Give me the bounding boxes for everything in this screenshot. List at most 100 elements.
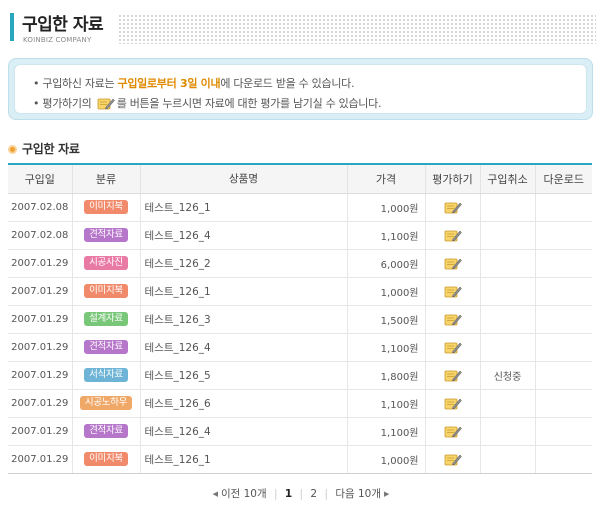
row-price: 1,100원 xyxy=(346,389,425,418)
row-category: 견적자료 xyxy=(71,417,140,446)
row-download xyxy=(534,333,592,362)
table-row: 2007.02.08 이미지북 테스트_126_1 1,000원 xyxy=(8,193,592,222)
table-row: 2007.01.29 이미지북 테스트_126_1 1,000원 xyxy=(8,277,592,306)
row-evaluate xyxy=(424,445,480,474)
row-price: 1,000원 xyxy=(346,193,425,222)
row-download xyxy=(534,305,592,334)
row-date: 2007.01.29 xyxy=(8,305,72,334)
row-price: 1,100원 xyxy=(346,333,425,362)
row-category: 설계자료 xyxy=(71,305,140,334)
row-evaluate xyxy=(424,417,480,446)
category-badge: 견적자료 xyxy=(84,424,128,438)
evaluate-pencil-icon[interactable] xyxy=(444,396,462,410)
row-cancel xyxy=(479,445,535,474)
row-product: 테스트_126_4 xyxy=(139,221,347,250)
row-evaluate xyxy=(424,305,480,334)
purchase-table: 구입일 분류 상품명 가격 평가하기 구입취소 다운로드 2007.02.08 이… xyxy=(8,163,592,474)
row-category: 이미지북 xyxy=(71,445,140,474)
evaluate-pencil-icon[interactable] xyxy=(444,228,462,242)
row-product: 테스트_126_4 xyxy=(139,417,347,446)
page-title: 구입한 자료 xyxy=(22,15,104,35)
col-product: 상품명 xyxy=(139,164,347,194)
category-badge: 이미지북 xyxy=(84,200,128,214)
row-cancel xyxy=(479,389,535,418)
category-badge: 이미지북 xyxy=(84,284,128,298)
row-download xyxy=(534,193,592,222)
row-price: 1,100원 xyxy=(346,417,425,446)
row-cancel xyxy=(479,305,535,334)
row-category: 이미지북 xyxy=(71,193,140,222)
row-date: 2007.01.29 xyxy=(8,249,72,278)
row-price: 1,800원 xyxy=(346,361,425,390)
row-price: 1,100원 xyxy=(346,221,425,250)
row-category: 시공노하우 xyxy=(71,389,140,418)
evaluate-pencil-icon[interactable] xyxy=(444,424,462,438)
category-badge: 서식자료 xyxy=(84,368,128,382)
notice-line-1: • 구입하신 자료는 구입일로부터 3일 이내에 다운로드 받을 수 있습니다. xyxy=(33,77,355,90)
row-evaluate xyxy=(424,333,480,362)
page-link-2[interactable]: 2 xyxy=(310,488,317,500)
evaluate-pencil-icon[interactable] xyxy=(444,368,462,382)
table-row: 2007.01.29 이미지북 테스트_126_1 1,000원 xyxy=(8,445,592,474)
row-date: 2007.01.29 xyxy=(8,445,72,474)
row-evaluate xyxy=(424,389,480,418)
row-price: 1,000원 xyxy=(346,277,425,306)
notice-box: • 구입하신 자료는 구입일로부터 3일 이내에 다운로드 받을 수 있습니다.… xyxy=(8,58,593,120)
row-product: 테스트_126_1 xyxy=(139,445,347,474)
row-date: 2007.01.29 xyxy=(8,361,72,390)
page-header: 구입한 자료 KOINBIZ COMPANY xyxy=(0,0,602,50)
row-product: 테스트_126_1 xyxy=(139,277,347,306)
evaluate-pencil-icon[interactable] xyxy=(444,284,462,298)
row-evaluate xyxy=(424,277,480,306)
row-product: 테스트_126_5 xyxy=(139,361,347,390)
row-date: 2007.01.29 xyxy=(8,277,72,306)
col-download: 다운로드 xyxy=(534,164,592,194)
notice-highlight: 구입일로부터 3일 이내 xyxy=(117,77,221,90)
page-link-1[interactable]: 1 xyxy=(285,488,292,500)
row-download xyxy=(534,445,592,474)
bullet-dot: • xyxy=(33,97,43,110)
row-category: 서식자료 xyxy=(71,361,140,390)
row-download xyxy=(534,277,592,306)
row-cancel xyxy=(479,417,535,446)
dotted-pattern xyxy=(118,14,596,44)
category-badge: 견적자료 xyxy=(84,228,128,242)
title-accent-bar xyxy=(10,13,14,41)
row-cancel xyxy=(479,193,535,222)
row-date: 2007.02.08 xyxy=(8,221,72,250)
table-row: 2007.01.29 시공사진 테스트_126_2 6,000원 xyxy=(8,249,592,278)
pagination: ◀ 이전 10개 | 1 | 2 | 다음 10개 ▶ xyxy=(212,486,390,501)
evaluate-pencil-icon[interactable] xyxy=(444,452,462,466)
evaluate-pencil-icon[interactable] xyxy=(444,340,462,354)
category-badge: 시공노하우 xyxy=(79,396,133,410)
row-category: 견적자료 xyxy=(71,333,140,362)
row-category: 시공사진 xyxy=(71,249,140,278)
evaluate-pencil-icon[interactable] xyxy=(444,312,462,326)
row-download xyxy=(534,389,592,418)
row-cancel xyxy=(479,249,535,278)
prev-page-link[interactable]: 이전 10개 xyxy=(221,486,267,501)
col-price: 가격 xyxy=(346,164,425,194)
row-evaluate xyxy=(424,193,480,222)
evaluate-pencil-icon[interactable] xyxy=(444,256,462,270)
row-evaluate xyxy=(424,361,480,390)
next-page-link[interactable]: 다음 10개 xyxy=(335,486,381,501)
row-evaluate xyxy=(424,249,480,278)
row-cancel xyxy=(479,333,535,362)
row-product: 테스트_126_3 xyxy=(139,305,347,334)
category-badge: 이미지북 xyxy=(84,452,128,466)
row-download xyxy=(534,249,592,278)
row-date: 2007.01.29 xyxy=(8,389,72,418)
page-subtitle: KOINBIZ COMPANY xyxy=(23,36,92,44)
row-cancel xyxy=(479,277,535,306)
row-evaluate xyxy=(424,221,480,250)
table-row: 2007.01.29 서식자료 테스트_126_5 1,800원 신청중 xyxy=(8,361,592,390)
row-price: 1,500원 xyxy=(346,305,425,334)
evaluate-pencil-icon[interactable] xyxy=(444,200,462,214)
row-product: 테스트_126_2 xyxy=(139,249,347,278)
col-cancel: 구입취소 xyxy=(479,164,535,194)
orange-bullet-icon xyxy=(8,145,17,154)
row-date: 2007.02.08 xyxy=(8,193,72,222)
row-download xyxy=(534,221,592,250)
row-download xyxy=(534,417,592,446)
